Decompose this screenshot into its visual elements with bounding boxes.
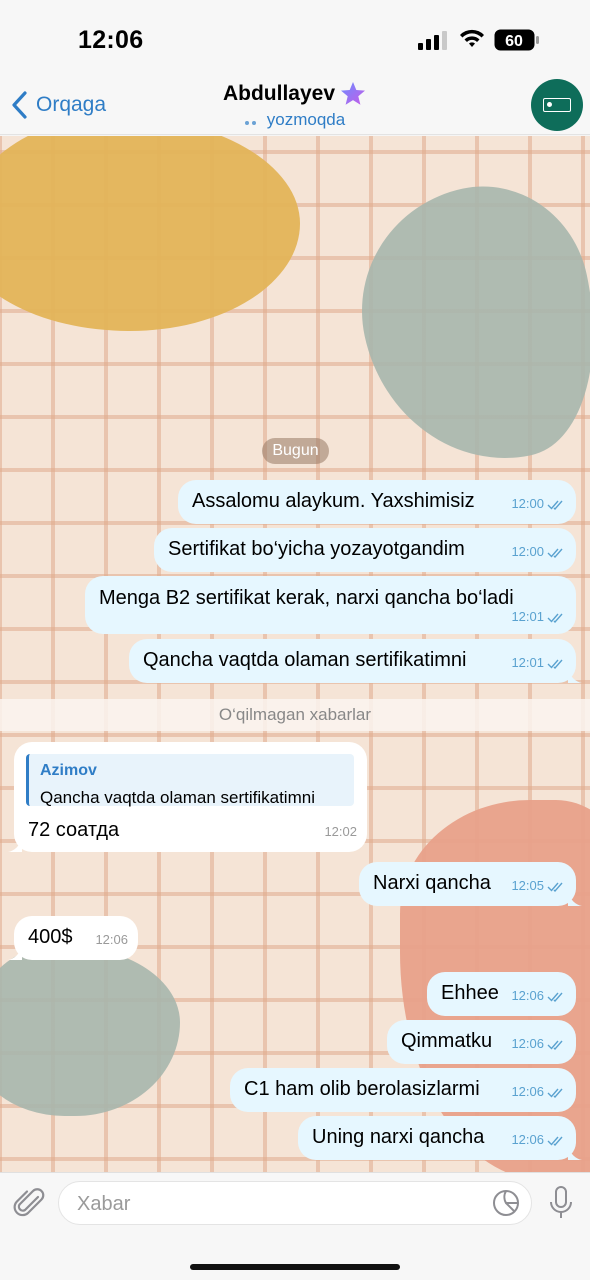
home-indicator[interactable] xyxy=(190,1264,400,1270)
double-check-icon xyxy=(547,548,563,558)
battery-level: 60 xyxy=(505,33,523,50)
message-bubble-outgoing[interactable]: Menga B2 sertifikat kerak, narxi qancha … xyxy=(85,576,576,634)
message-meta: 12:06 xyxy=(511,984,566,1008)
reply-quote[interactable]: Azimov Qancha vaqtda olaman sertifikatim… xyxy=(26,754,354,807)
message-time: 12:02 xyxy=(324,824,357,839)
message-bubble-outgoing[interactable]: C1 ham olib berolasizlarmi 12:06 xyxy=(230,1068,576,1112)
message-text: Qimmatku xyxy=(401,1030,493,1052)
back-label: Orqaga xyxy=(36,93,107,116)
message-bubble-outgoing[interactable]: Qimmatku 12:06 xyxy=(387,1020,576,1064)
paperclip-icon[interactable] xyxy=(12,1183,48,1223)
message-meta: 12:05 xyxy=(511,874,566,898)
message-time: 12:06 xyxy=(95,932,128,947)
message-bubble-outgoing[interactable]: Uning narxi qancha 12:06 xyxy=(298,1116,582,1160)
status-bar: 12:06 60 xyxy=(0,0,590,78)
message-time: 12:06 xyxy=(511,1084,544,1099)
bubble-tail xyxy=(8,838,22,852)
message-text: C1 ham olib berolasizlarmi xyxy=(244,1078,480,1100)
message-time: 12:01 xyxy=(511,655,544,670)
message-time: 12:05 xyxy=(511,878,544,893)
cellular-signal-icon xyxy=(418,31,447,50)
premium-star-icon xyxy=(341,82,366,105)
bubble-tail xyxy=(568,1146,582,1160)
reply-author: Azimov xyxy=(40,762,97,779)
message-text: Qancha vaqtda olaman sertifikatimni xyxy=(143,649,467,671)
wifi-icon xyxy=(460,29,484,47)
message-meta: 12:00 xyxy=(511,492,566,516)
wallpaper-shape xyxy=(338,167,590,484)
message-bubble-outgoing[interactable]: Ehhee 12:06 xyxy=(427,972,576,1016)
message-input[interactable] xyxy=(77,1190,477,1218)
reply-text: Qancha vaqtda olaman sertifikatimni xyxy=(40,788,315,807)
sticker-icon[interactable] xyxy=(491,1188,521,1218)
typing-status: yozmoqda xyxy=(266,110,346,129)
double-check-icon xyxy=(547,1136,563,1146)
message-meta: 12:02 xyxy=(324,820,357,844)
double-check-icon xyxy=(547,1088,563,1098)
message-time: 12:06 xyxy=(511,1132,544,1147)
chat-area[interactable]: Bugun Assalomu alaykum. Yaxshimisiz 12:0… xyxy=(0,136,590,1172)
wallpaper-shape xyxy=(0,946,180,1116)
back-button[interactable]: Orqaga xyxy=(10,88,106,122)
message-bubble-outgoing[interactable]: Narxi qancha 12:05 xyxy=(359,862,582,906)
bubble-tail xyxy=(568,669,582,683)
message-time: 12:06 xyxy=(511,1036,544,1051)
message-meta: 12:06 xyxy=(511,1032,566,1056)
date-separator: Bugun xyxy=(262,438,329,464)
message-meta: 12:06 xyxy=(511,1128,566,1152)
chevron-left-icon xyxy=(12,91,27,119)
battery-icon: 60 xyxy=(494,29,539,51)
contact-info[interactable]: Abdullayev yozmoqda xyxy=(160,80,430,130)
message-text: 72 соатда xyxy=(28,819,120,841)
message-time: 12:00 xyxy=(511,496,544,511)
double-check-icon xyxy=(547,1040,563,1050)
double-check-icon xyxy=(547,882,563,892)
message-meta: 12:06 xyxy=(511,1080,566,1104)
message-meta: 12:01 xyxy=(511,651,566,675)
message-bubble-outgoing[interactable]: Assalomu alaykum. Yaxshimisiz 12:00 xyxy=(178,480,576,524)
avatar-logo-icon xyxy=(543,98,571,112)
contact-name: Abdullayev xyxy=(222,82,336,105)
message-time: 12:00 xyxy=(511,544,544,559)
microphone-icon[interactable] xyxy=(548,1183,574,1223)
message-meta: 12:06 xyxy=(95,928,128,952)
message-time: 12:01 xyxy=(511,609,544,624)
double-check-icon xyxy=(547,659,563,669)
status-time: 12:06 xyxy=(78,26,144,54)
double-check-icon xyxy=(547,500,563,510)
contact-avatar[interactable] xyxy=(531,79,583,131)
message-time: 12:06 xyxy=(511,988,544,1003)
double-check-icon xyxy=(547,992,563,1002)
message-text: Uning narxi qancha xyxy=(312,1126,485,1148)
message-bubble-outgoing[interactable]: Qancha vaqtda olaman sertifikatimni 12:0… xyxy=(129,639,582,683)
message-text: 400$ xyxy=(28,926,73,948)
typing-dots-icon xyxy=(244,110,259,130)
typing-indicator: yozmoqda xyxy=(160,110,430,130)
message-text: Menga B2 sertifikat kerak, narxi qancha … xyxy=(99,587,514,609)
message-bubble-incoming[interactable]: 400$ 12:06 xyxy=(8,916,138,960)
wallpaper-shape xyxy=(0,136,300,331)
message-composer xyxy=(0,1172,590,1280)
bubble-tail xyxy=(8,946,22,960)
unread-messages-separator: O‘qilmagan xabarlar xyxy=(0,699,590,731)
message-text: Assalomu alaykum. Yaxshimisiz xyxy=(192,490,475,512)
double-check-icon xyxy=(547,613,563,623)
message-input-container[interactable] xyxy=(58,1181,532,1225)
message-text: Narxi qancha xyxy=(373,872,491,894)
message-bubble-incoming[interactable]: Azimov Qancha vaqtda olaman sertifikatim… xyxy=(8,742,367,852)
message-meta: 12:00 xyxy=(511,540,566,564)
bubble-tail xyxy=(568,892,582,906)
message-meta: 12:01 xyxy=(511,605,566,629)
message-text: Sertifikat bo‘yicha yozayotgandim xyxy=(168,538,465,560)
chat-header: Orqaga Abdullayev yozmoqda xyxy=(0,78,590,135)
message-bubble-outgoing[interactable]: Sertifikat bo‘yicha yozayotgandim 12:00 xyxy=(154,528,576,572)
message-text: Ehhee xyxy=(441,982,499,1004)
